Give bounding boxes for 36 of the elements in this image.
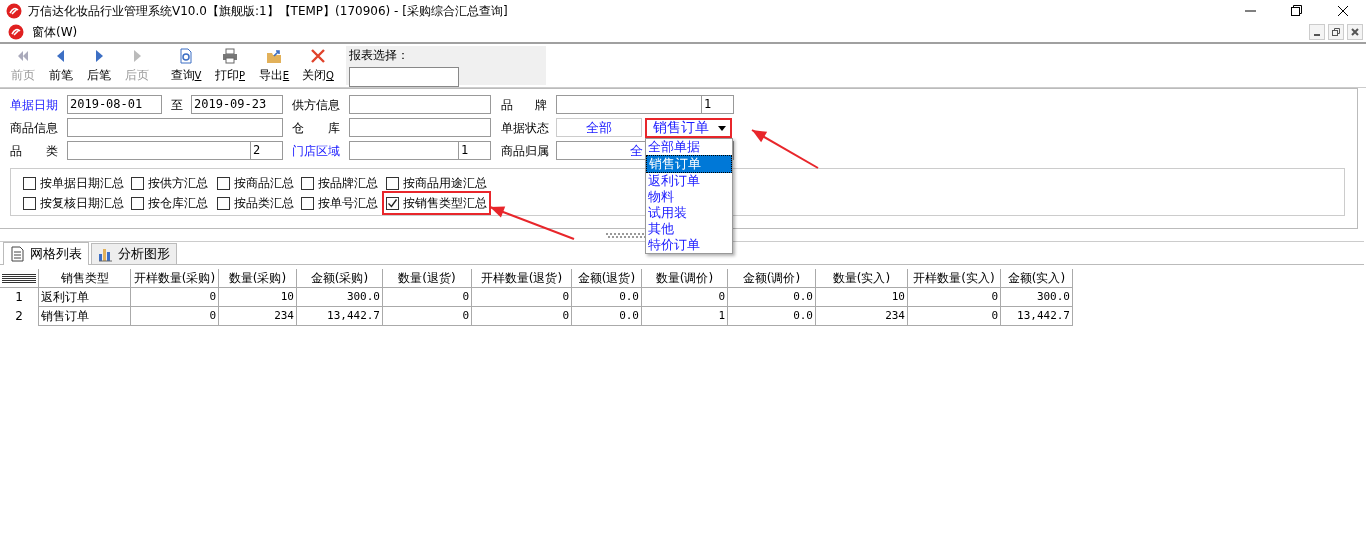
- table-cell: 0: [130, 287, 219, 307]
- table-cell: 0.0: [571, 287, 642, 307]
- table-cell: 10: [218, 287, 297, 307]
- table-cell: 0: [130, 306, 219, 326]
- table-cell: 1: [641, 306, 728, 326]
- field-label: 报表选择：: [349, 47, 410, 64]
- window-title: 万信达化妆品行业管理系统V10.0【旗舰版:1】【TEMP】(170906) - [采购综合汇总查询]: [28, 3, 508, 20]
- table-cell: 0: [382, 287, 472, 307]
- field-label: 单据状态: [501, 119, 550, 137]
- field-label: 品 类: [10, 142, 58, 160]
- range-separator: 至: [169, 96, 184, 114]
- table-cell: 13,442.7: [1000, 306, 1073, 326]
- table-cell: 0.0: [727, 287, 816, 307]
- field-label: 商品归属: [501, 142, 550, 160]
- table-cell: 0: [471, 306, 572, 326]
- table-cell: 返利订单: [38, 287, 131, 307]
- table-cell: 0: [907, 287, 1001, 307]
- field-label: 供方信息: [292, 96, 341, 114]
- row-number: 2: [0, 306, 39, 326]
- table-cell: 300.0: [1000, 287, 1073, 307]
- table-cell: 0: [382, 306, 472, 326]
- table-cell: 300.0: [296, 287, 383, 307]
- field-label: 商品信息: [10, 119, 59, 137]
- table-cell: 10: [815, 287, 908, 307]
- table-cell: 13,442.7: [296, 306, 383, 326]
- table-cell: 234: [815, 306, 908, 326]
- table-cell: 234: [218, 306, 297, 326]
- table-cell: 0: [471, 287, 572, 307]
- row-number: 1: [0, 287, 39, 307]
- table-cell: 0: [907, 306, 1001, 326]
- table-cell: 0.0: [727, 306, 816, 326]
- table-cell: 0: [641, 287, 728, 307]
- table-cell: 0.0: [571, 306, 642, 326]
- field-label: 仓 库: [292, 119, 340, 137]
- field-label: 品 牌: [501, 96, 547, 114]
- table-cell: 销售订单: [38, 306, 131, 326]
